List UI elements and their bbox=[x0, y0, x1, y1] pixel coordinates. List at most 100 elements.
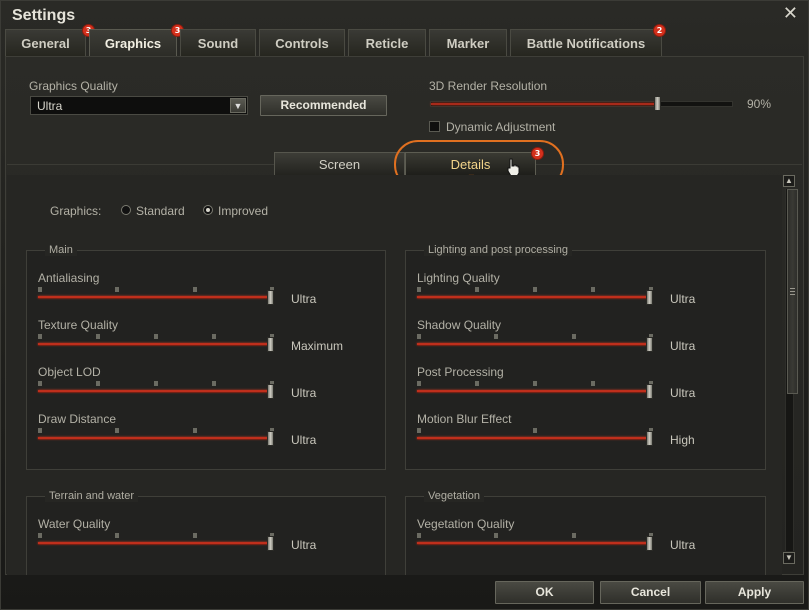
tab-label: Graphics bbox=[104, 35, 162, 51]
setting-row: Antialiasing Ultra bbox=[27, 271, 385, 318]
dynamic-adjustment-checkbox[interactable] bbox=[429, 121, 440, 132]
slider-handle[interactable] bbox=[267, 536, 274, 551]
slider-ticks bbox=[38, 334, 274, 340]
slider-tick bbox=[115, 428, 119, 433]
setting-row: Object LOD Ultra bbox=[27, 365, 385, 412]
slider-tick bbox=[533, 428, 537, 433]
slider-handle[interactable] bbox=[267, 337, 274, 352]
subtab-screen[interactable]: Screen bbox=[274, 152, 405, 177]
setting-slider[interactable] bbox=[38, 437, 274, 440]
slider-tick bbox=[494, 334, 498, 339]
graphics-subtabs: Screen Details 3 bbox=[274, 147, 544, 178]
slider-ticks bbox=[417, 287, 653, 293]
slider-tick bbox=[193, 533, 197, 538]
setting-name: Draw Distance bbox=[38, 412, 117, 426]
scroll-track[interactable] bbox=[785, 189, 798, 551]
setting-slider[interactable] bbox=[38, 343, 274, 346]
tab-battle-notifications[interactable]: Battle Notifications 2 bbox=[510, 24, 666, 56]
group-vegetation: Vegetation Vegetation Quality Ultra bbox=[405, 490, 766, 575]
slider-tick bbox=[38, 334, 42, 339]
setting-row: Shadow Quality Ultra bbox=[406, 318, 765, 365]
render-resolution-slider[interactable] bbox=[430, 96, 733, 111]
graphics-quality-select[interactable]: Ultra ▼ bbox=[30, 96, 248, 115]
setting-slider[interactable] bbox=[417, 437, 653, 440]
slider-fill bbox=[38, 542, 270, 544]
slider-fill bbox=[38, 343, 270, 345]
slider-tick bbox=[417, 381, 421, 386]
slider-tick bbox=[193, 287, 197, 292]
slider-tick bbox=[115, 287, 119, 292]
scroll-down-icon[interactable]: ▼ bbox=[783, 552, 795, 564]
slider-handle[interactable] bbox=[654, 96, 661, 111]
window-title: Settings bbox=[12, 7, 76, 24]
slider-tick bbox=[212, 334, 216, 339]
setting-row: Texture Quality Maximum bbox=[27, 318, 385, 365]
slider-fill bbox=[431, 103, 656, 105]
graphics-panel: Graphics Quality Ultra ▼ Recommended 3D … bbox=[5, 56, 804, 575]
slider-fill bbox=[38, 390, 270, 392]
render-resolution-label: 3D Render Resolution bbox=[429, 79, 548, 93]
slider-ticks bbox=[38, 533, 274, 539]
setting-row: Post Processing Ultra bbox=[406, 365, 765, 412]
slider-tick bbox=[417, 533, 421, 538]
slider-tick bbox=[417, 287, 421, 292]
slider-handle[interactable] bbox=[267, 384, 274, 399]
tab-graphics[interactable]: Graphics 3 bbox=[89, 24, 184, 58]
tab-reticle[interactable]: Reticle bbox=[348, 29, 426, 56]
slider-handle[interactable] bbox=[267, 290, 274, 305]
slider-fill bbox=[38, 296, 270, 298]
slider-handle[interactable] bbox=[267, 431, 274, 446]
setting-slider[interactable] bbox=[38, 296, 274, 299]
scroll-up-icon[interactable]: ▲ bbox=[783, 175, 795, 187]
slider-handle[interactable] bbox=[646, 337, 653, 352]
slider-tick bbox=[38, 287, 42, 292]
tab-label: Battle Notifications bbox=[526, 35, 646, 51]
recommended-button[interactable]: Recommended bbox=[260, 95, 387, 116]
ok-button[interactable]: OK bbox=[495, 581, 594, 604]
cancel-button[interactable]: Cancel bbox=[600, 581, 701, 604]
setting-slider[interactable] bbox=[38, 542, 274, 545]
slider-tick bbox=[475, 287, 479, 292]
setting-slider[interactable] bbox=[417, 296, 653, 299]
setting-row: Motion Blur Effect High bbox=[406, 412, 765, 459]
slider-ticks bbox=[417, 428, 653, 434]
radio-improved[interactable] bbox=[203, 205, 213, 215]
scrollbar[interactable]: ▲ ▼ bbox=[783, 175, 798, 567]
setting-slider[interactable] bbox=[417, 390, 653, 393]
slider-ticks bbox=[417, 533, 653, 539]
slider-ticks bbox=[417, 381, 653, 387]
slider-handle[interactable] bbox=[646, 290, 653, 305]
tab-label: Marker bbox=[446, 35, 490, 51]
tab-marker[interactable]: Marker bbox=[429, 29, 507, 56]
setting-value: Ultra bbox=[291, 292, 317, 306]
apply-button[interactable]: Apply bbox=[705, 581, 804, 604]
radio-improved-label: Improved bbox=[218, 204, 269, 218]
setting-slider[interactable] bbox=[38, 390, 274, 393]
setting-row: Draw Distance Ultra bbox=[27, 412, 385, 459]
radio-standard[interactable] bbox=[121, 205, 131, 215]
setting-name: Antialiasing bbox=[38, 271, 100, 285]
slider-tick bbox=[193, 428, 197, 433]
slider-tick bbox=[212, 381, 216, 386]
tab-general[interactable]: General 3 bbox=[5, 24, 95, 56]
chevron-down-icon: ▼ bbox=[230, 98, 246, 113]
slider-handle[interactable] bbox=[646, 384, 653, 399]
tab-controls[interactable]: Controls bbox=[259, 29, 345, 56]
slider-handle[interactable] bbox=[646, 536, 653, 551]
scroll-thumb[interactable] bbox=[787, 189, 798, 394]
slider-tick bbox=[494, 533, 498, 538]
graphics-mode-label: Graphics: bbox=[50, 204, 102, 218]
slider-tick bbox=[38, 428, 42, 433]
tab-sound[interactable]: Sound bbox=[180, 29, 256, 56]
slider-tick bbox=[475, 381, 479, 386]
setting-name: Motion Blur Effect bbox=[417, 412, 512, 426]
setting-value: Ultra bbox=[291, 386, 317, 400]
setting-slider[interactable] bbox=[417, 542, 653, 545]
setting-value: Ultra bbox=[670, 538, 696, 552]
slider-tick bbox=[417, 428, 421, 433]
slider-tick bbox=[572, 334, 576, 339]
setting-slider[interactable] bbox=[417, 343, 653, 346]
slider-handle[interactable] bbox=[646, 431, 653, 446]
close-icon[interactable]: ✕ bbox=[783, 4, 798, 22]
group-terrain-water: Terrain and water Water Quality Ultra bbox=[26, 490, 386, 575]
